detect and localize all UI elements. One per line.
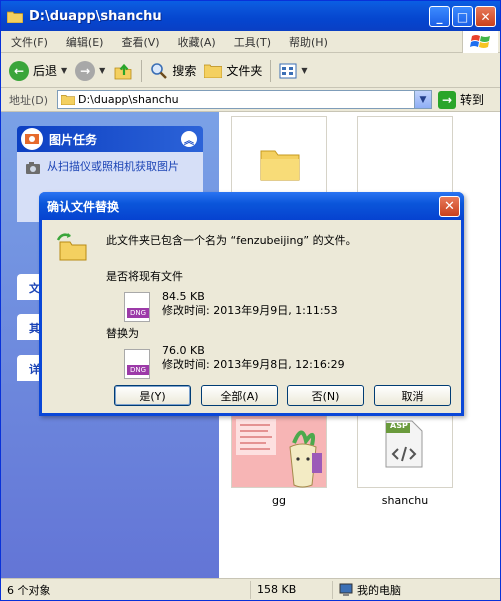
menu-view[interactable]: 查看(V)	[121, 34, 159, 50]
back-arrow-icon: ←	[9, 60, 29, 81]
new-file-icon: DNG	[124, 349, 150, 379]
forward-button[interactable]: → ▼	[75, 60, 105, 81]
search-icon	[151, 62, 168, 79]
folder-icon	[7, 11, 23, 23]
menu-edit[interactable]: 编辑(E)	[66, 34, 104, 50]
address-label: 地址(D)	[9, 93, 49, 107]
picture-tasks-title: 图片任务	[49, 132, 98, 147]
toolbar-separator-2	[270, 59, 272, 82]
search-label: 搜索	[172, 64, 197, 78]
title-bar[interactable]: D:\duapp\shanchu _ □ ✕	[1, 1, 500, 31]
no-button[interactable]: 否(N)	[287, 385, 364, 406]
close-button[interactable]: ✕	[475, 6, 496, 27]
search-button[interactable]: 搜索	[150, 62, 196, 80]
back-dropdown-icon[interactable]: ▼	[61, 66, 67, 75]
new-file-modified: 修改时间: 2013年9月8日, 12:16:29	[162, 358, 345, 371]
address-folder-icon	[61, 95, 75, 105]
new-file-tag: DNG	[127, 365, 149, 375]
status-bar: 6 个对象 158 KB 我的电脑	[1, 578, 500, 600]
scanner-camera-link[interactable]: 从扫描仪或照相机获取图片	[25, 160, 195, 176]
gg-label: gg	[272, 494, 286, 507]
folders-icon	[204, 64, 223, 78]
existing-file-icon: DNG	[124, 292, 150, 322]
status-size: 158 KB	[251, 580, 333, 599]
views-button[interactable]: ▼	[279, 63, 308, 79]
dialog-message: 此文件夹已包含一个名为 “fenzubeijing” 的文件。	[106, 234, 357, 247]
menu-bar: 文件(F) 编辑(E) 查看(V) 收藏(A) 工具(T) 帮助(H)	[1, 31, 500, 53]
menu-file[interactable]: 文件(F)	[11, 34, 48, 50]
yes-button[interactable]: 是(Y)	[114, 385, 191, 406]
back-label: 后退	[33, 64, 58, 78]
forward-dropdown-icon[interactable]: ▼	[99, 66, 105, 75]
collapse-icon[interactable]: ︽	[181, 131, 197, 147]
dialog-title-bar[interactable]: 确认文件替换 ✕	[39, 192, 464, 220]
existing-file-tag: DNG	[127, 308, 149, 318]
picture-tasks-header[interactable]: 图片任务 ︽	[17, 126, 203, 152]
cancel-button[interactable]: 取消	[374, 385, 451, 406]
toolbar-separator	[141, 59, 143, 82]
folders-label: 文件夹	[226, 64, 263, 78]
up-folder-icon	[114, 63, 132, 79]
go-button[interactable]: → 转到	[438, 90, 485, 109]
status-location: 我的电脑	[333, 581, 493, 599]
dialog-question: 是否将现有文件	[106, 270, 183, 283]
camera-icon	[26, 162, 40, 174]
explorer-window: D:\duapp\shanchu _ □ ✕ 文件(F) 编辑(E) 查看(V)…	[0, 0, 501, 601]
confirm-replace-dialog: 确认文件替换 ✕ 此文件夹已包含一个名为 “fenzubeijing” 的文件。…	[39, 192, 464, 416]
picture-tasks-icon	[21, 128, 43, 150]
up-button[interactable]	[113, 61, 133, 81]
dialog-title: 确认文件替换	[47, 199, 120, 214]
menu-favorites[interactable]: 收藏(A)	[178, 34, 216, 50]
status-objects: 6 个对象	[1, 580, 251, 599]
go-arrow-icon: →	[438, 90, 456, 109]
minimize-button[interactable]: _	[429, 6, 450, 27]
address-bar: 地址(D) D:\duapp\shanchu ▼ → 转到	[1, 88, 500, 112]
folders-button[interactable]: 文件夹	[204, 62, 262, 79]
window-title: D:\duapp\shanchu	[29, 8, 162, 24]
windows-logo-icon	[462, 31, 498, 53]
scanner-camera-label: 从扫描仪或照相机获取图片	[47, 160, 179, 173]
status-location-label: 我的电脑	[357, 583, 401, 597]
folder-icon	[260, 150, 300, 181]
menu-help[interactable]: 帮助(H)	[289, 34, 328, 50]
existing-file-modified: 修改时间: 2013年9月9日, 1:11:53	[162, 304, 338, 317]
replace-folder-icon	[56, 233, 87, 261]
toolbar: ← 后退 ▼ → ▼ 搜索 文件夹 ▼	[1, 54, 500, 88]
dialog-close-button[interactable]: ✕	[439, 196, 460, 217]
address-path: D:\duapp\shanchu	[78, 93, 179, 106]
shanchu-label: shanchu	[381, 494, 429, 507]
yes-to-all-button[interactable]: 全部(A)	[201, 385, 278, 406]
back-button[interactable]: ← 后退 ▼	[9, 60, 67, 81]
replace-with-label: 替换为	[106, 327, 139, 340]
address-dropdown-icon[interactable]: ▼	[414, 91, 431, 108]
asp-badge: ASP	[390, 421, 408, 430]
cartoon-radish-icon	[236, 419, 322, 488]
shanchu-thumbnail[interactable]: ASP	[357, 412, 453, 488]
maximize-button[interactable]: □	[452, 6, 473, 27]
views-dropdown-icon[interactable]: ▼	[301, 66, 307, 75]
gg-thumbnail[interactable]	[231, 412, 327, 488]
menu-tools[interactable]: 工具(T)	[234, 34, 271, 50]
my-computer-icon	[339, 583, 353, 596]
address-input[interactable]: D:\duapp\shanchu ▼	[57, 90, 432, 109]
go-label: 转到	[460, 93, 485, 107]
forward-arrow-icon: →	[75, 60, 96, 81]
views-icon	[279, 63, 297, 78]
